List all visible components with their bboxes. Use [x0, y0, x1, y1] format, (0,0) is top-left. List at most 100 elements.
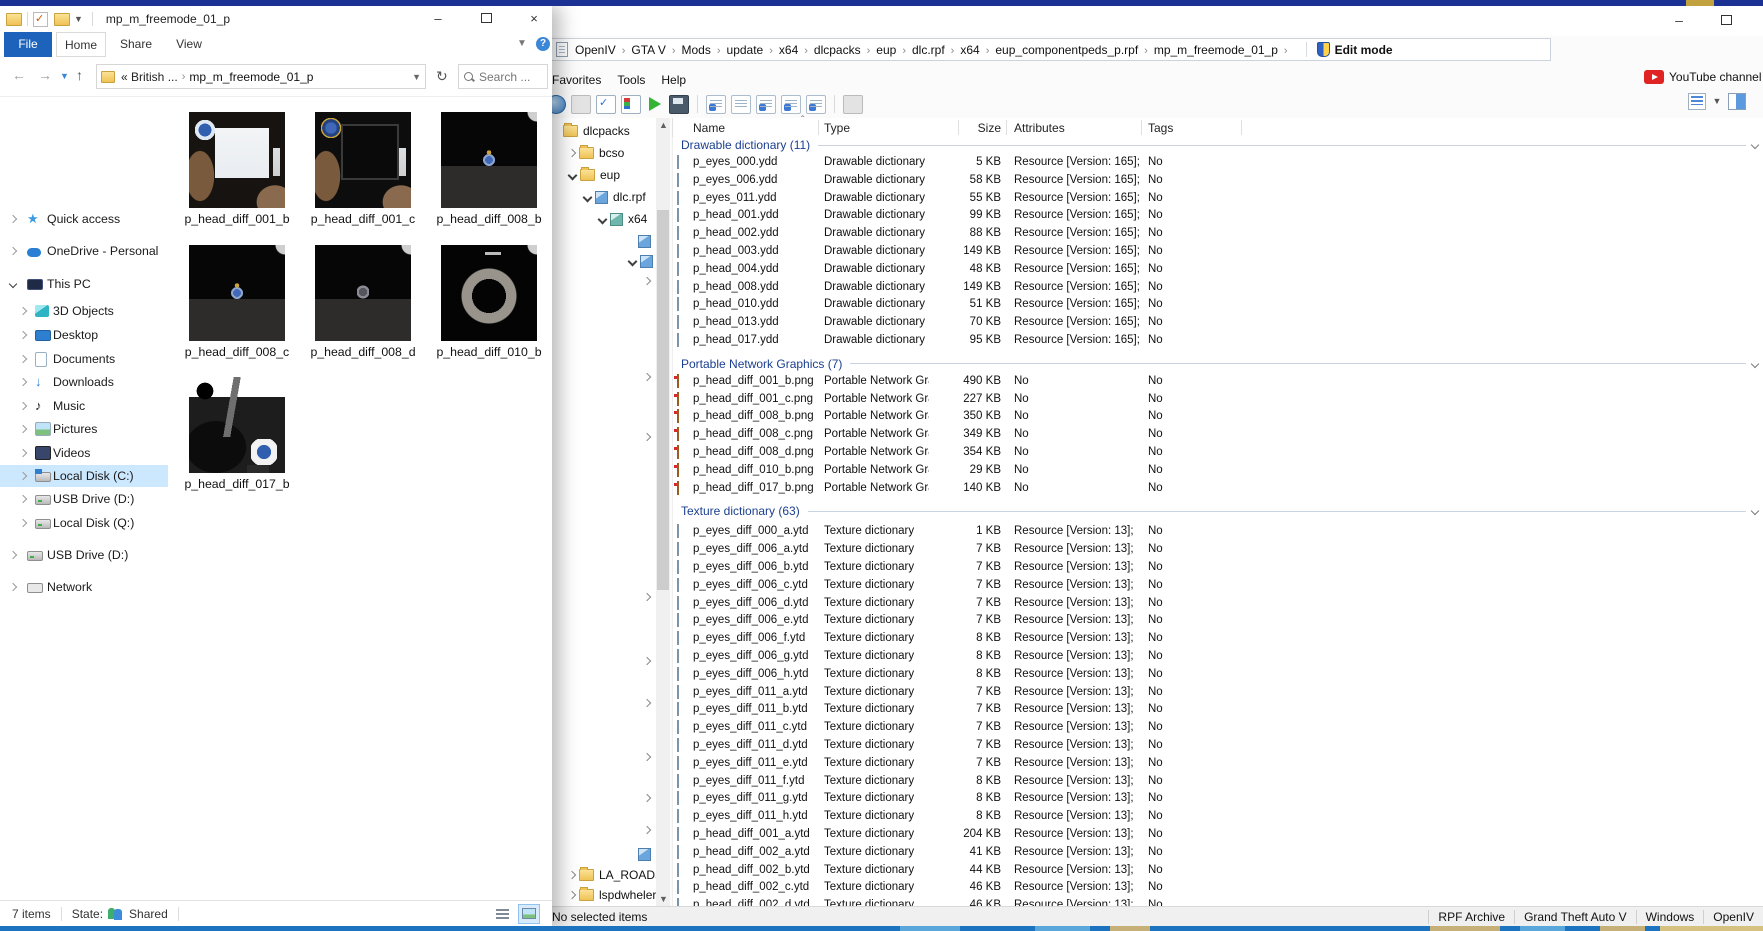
chevron-collapsed-icon[interactable]	[18, 471, 28, 481]
chevron-collapsed-icon[interactable]	[642, 793, 652, 803]
tree-item-x64[interactable]: x64	[597, 210, 647, 228]
file-thumbnail-label[interactable]: p_head_diff_001_c	[305, 212, 421, 228]
ribbon-collapse-icon[interactable]: ▼	[517, 38, 527, 49]
file-row[interactable]: p_head_017.ydd Drawable dictionary 95 KB Re…	[673, 332, 1763, 350]
file-row[interactable]: p_eyes_006.ydd Drawable dictionary 58 KB Re…	[673, 172, 1763, 190]
file-row[interactable]: p_head_003.ydd Drawable dictionary 149 KB R…	[673, 243, 1763, 261]
breadcrumb-item[interactable]: eup	[874, 43, 898, 57]
explorer-minimize-icon[interactable]: –	[420, 6, 456, 32]
file-row[interactable]: p_head_diff_002_b.ytd Texture dictionary 4…	[673, 862, 1763, 880]
breadcrumb-item[interactable]: dlc.rpf	[910, 43, 947, 57]
run-icon[interactable]	[646, 96, 664, 113]
column-name[interactable]: Name	[693, 121, 725, 135]
chevron-collapsed-icon[interactable]	[642, 825, 652, 835]
file-row[interactable]: p_head_diff_008_d.png Portable Network Gr…	[673, 444, 1763, 462]
sidebar-item-downloads[interactable]: ↓ Downloads	[0, 371, 168, 393]
breadcrumb-item[interactable]: x64	[958, 43, 981, 57]
file-row[interactable]: p_head_diff_002_a.ytd Texture dictionary 4…	[673, 844, 1763, 862]
view-dropdown-icon[interactable]: ▼	[1712, 93, 1722, 110]
sidebar-item-this-pc[interactable]: This PC	[0, 273, 168, 295]
chevron-collapsed-icon[interactable]	[8, 246, 18, 256]
column-type[interactable]: Type	[824, 121, 850, 135]
file-thumbnail[interactable]	[189, 245, 285, 341]
file-thumbnail-label[interactable]: p_head_diff_010_b	[431, 345, 547, 361]
scroll-down-icon[interactable]: ▼	[659, 894, 668, 904]
tree-item[interactable]	[642, 821, 654, 839]
chevron-collapsed-icon[interactable]	[18, 354, 28, 364]
extra-doc-icon[interactable]	[843, 94, 863, 114]
sidebar-item-quick-access[interactable]: ★ Quick access	[0, 208, 168, 230]
file-thumbnail-label[interactable]: p_head_diff_008_d	[305, 345, 421, 361]
chevron-collapsed-icon[interactable]	[567, 890, 577, 900]
chevron-collapsed-icon[interactable]	[642, 698, 652, 708]
breadcrumb-item[interactable]: Mods	[680, 43, 713, 57]
sidebar-item-local-disk-c-[interactable]: Local Disk (C:)	[0, 465, 168, 487]
scroll-up-icon[interactable]: ▲	[659, 120, 668, 130]
file-row[interactable]: p_head_diff_001_a.ytd Texture dictionary 2…	[673, 826, 1763, 844]
tree-item-eup[interactable]: eup	[567, 166, 620, 184]
chevron-collapsed-icon[interactable]	[8, 582, 18, 592]
tab-home[interactable]: Home	[56, 32, 106, 57]
file-row[interactable]: p_eyes_011.ydd Drawable dictionary 55 KB Re…	[673, 190, 1763, 208]
column-size[interactable]: Size	[929, 121, 1001, 135]
import-icon[interactable]	[781, 94, 801, 114]
section-header[interactable]: Drawable dictionary (11)	[681, 137, 1760, 153]
chevron-collapsed-icon[interactable]	[18, 424, 28, 434]
section-header[interactable]: Portable Network Graphics (7)	[681, 356, 1760, 372]
file-row[interactable]: p_head_diff_001_b.png Portable Network Gr…	[673, 373, 1763, 391]
file-thumbnail-label[interactable]: p_head_diff_017_b	[179, 477, 295, 493]
tree-item-bcso[interactable]: bcso	[567, 144, 624, 162]
chevron-collapsed-icon[interactable]	[18, 330, 28, 340]
explorer-maximize-icon[interactable]	[468, 6, 504, 32]
tree-item-lspdwheler[interactable]: lspdwheler	[567, 886, 656, 904]
file-row[interactable]: p_head_diff_008_b.png Portable Network Gr…	[673, 408, 1763, 426]
sidebar-item-videos[interactable]: Videos	[0, 442, 168, 464]
file-thumbnail[interactable]	[441, 245, 537, 341]
file-row[interactable]: p_eyes_diff_000_a.ytd Texture dictionary 1…	[673, 523, 1763, 541]
file-row[interactable]: p_eyes_diff_011_b.ytd Texture dictionary 7…	[673, 701, 1763, 719]
breadcrumb-item[interactable]: mp_m_freemode_01_p	[1152, 43, 1280, 57]
breadcrumb-item[interactable]: OpenIV	[573, 43, 618, 57]
up-icon[interactable]: ↑	[76, 67, 83, 83]
file-row[interactable]: p_head_diff_010_b.png Portable Network Gr…	[673, 462, 1763, 480]
tree-item[interactable]	[642, 748, 654, 766]
file-row[interactable]: p_eyes_diff_006_c.ytd Texture dictionary 7…	[673, 577, 1763, 595]
file-row[interactable]: p_head_diff_002_c.ytd Texture dictionary 4…	[673, 879, 1763, 897]
file-thumbnail[interactable]	[315, 112, 411, 208]
tab-view[interactable]: View	[166, 32, 212, 57]
menu-item-help[interactable]: Help	[661, 73, 686, 91]
breadcrumb[interactable]: OpenIV › GTA V › Mods › update › x64 › dlcpacks › eu…	[549, 38, 1551, 61]
tree-scrollbar[interactable]: ▲ ▼	[656, 118, 670, 906]
youtube-channel-link[interactable]: YouTube channel	[1644, 70, 1762, 84]
details-view-icon[interactable]	[492, 904, 514, 924]
tab-share[interactable]: Share	[110, 32, 162, 57]
font-doc-icon[interactable]	[756, 94, 776, 114]
column-attributes[interactable]: Attributes	[1014, 121, 1065, 135]
tree-item[interactable]	[642, 789, 654, 807]
breadcrumb-item[interactable]: dlcpacks	[812, 43, 863, 57]
save-icon[interactable]	[669, 94, 689, 114]
file-row[interactable]: p_head_001.ydd Drawable dictionary 99 KB Re…	[673, 207, 1763, 225]
quick-access-caret-icon[interactable]: ▼	[74, 14, 83, 24]
tree-item-dlc.rpf[interactable]: dlc.rpf	[582, 188, 646, 206]
breadcrumb-item[interactable]: update	[725, 43, 766, 57]
chevron-collapsed-icon[interactable]	[642, 372, 652, 382]
file-row[interactable]: p_eyes_000.ydd Drawable dictionary 5 KB Res…	[673, 154, 1763, 172]
column-tags[interactable]: Tags	[1148, 121, 1173, 135]
sidebar-item-usb-drive-d-[interactable]: USB Drive (D:)	[0, 488, 168, 510]
edit-disabled-icon[interactable]	[571, 94, 591, 114]
file-row[interactable]: p_eyes_diff_006_d.ytd Texture dictionary 7…	[673, 595, 1763, 613]
chevron-collapsed-icon[interactable]	[642, 592, 652, 602]
address-caret-icon[interactable]: ▼	[412, 72, 421, 82]
tree-item[interactable]	[642, 588, 654, 606]
file-row[interactable]: p_eyes_diff_011_c.ytd Texture dictionary 7…	[673, 719, 1763, 737]
address-bar[interactable]: « British ... › mp_m_freemode_01_p ▼	[96, 64, 426, 89]
file-row[interactable]: p_eyes_diff_011_d.ytd Texture dictionary 7…	[673, 737, 1763, 755]
help-icon[interactable]: ?	[536, 37, 550, 51]
quick-access-check-icon[interactable]	[33, 11, 48, 27]
tree-item[interactable]	[629, 845, 651, 863]
sidebar-item-local-disk-q-[interactable]: Local Disk (Q:)	[0, 512, 168, 534]
tree-item[interactable]	[642, 272, 654, 290]
file-row[interactable]: p_head_diff_001_c.png Portable Network Gr…	[673, 391, 1763, 409]
chevron-collapsed-icon[interactable]	[18, 401, 28, 411]
